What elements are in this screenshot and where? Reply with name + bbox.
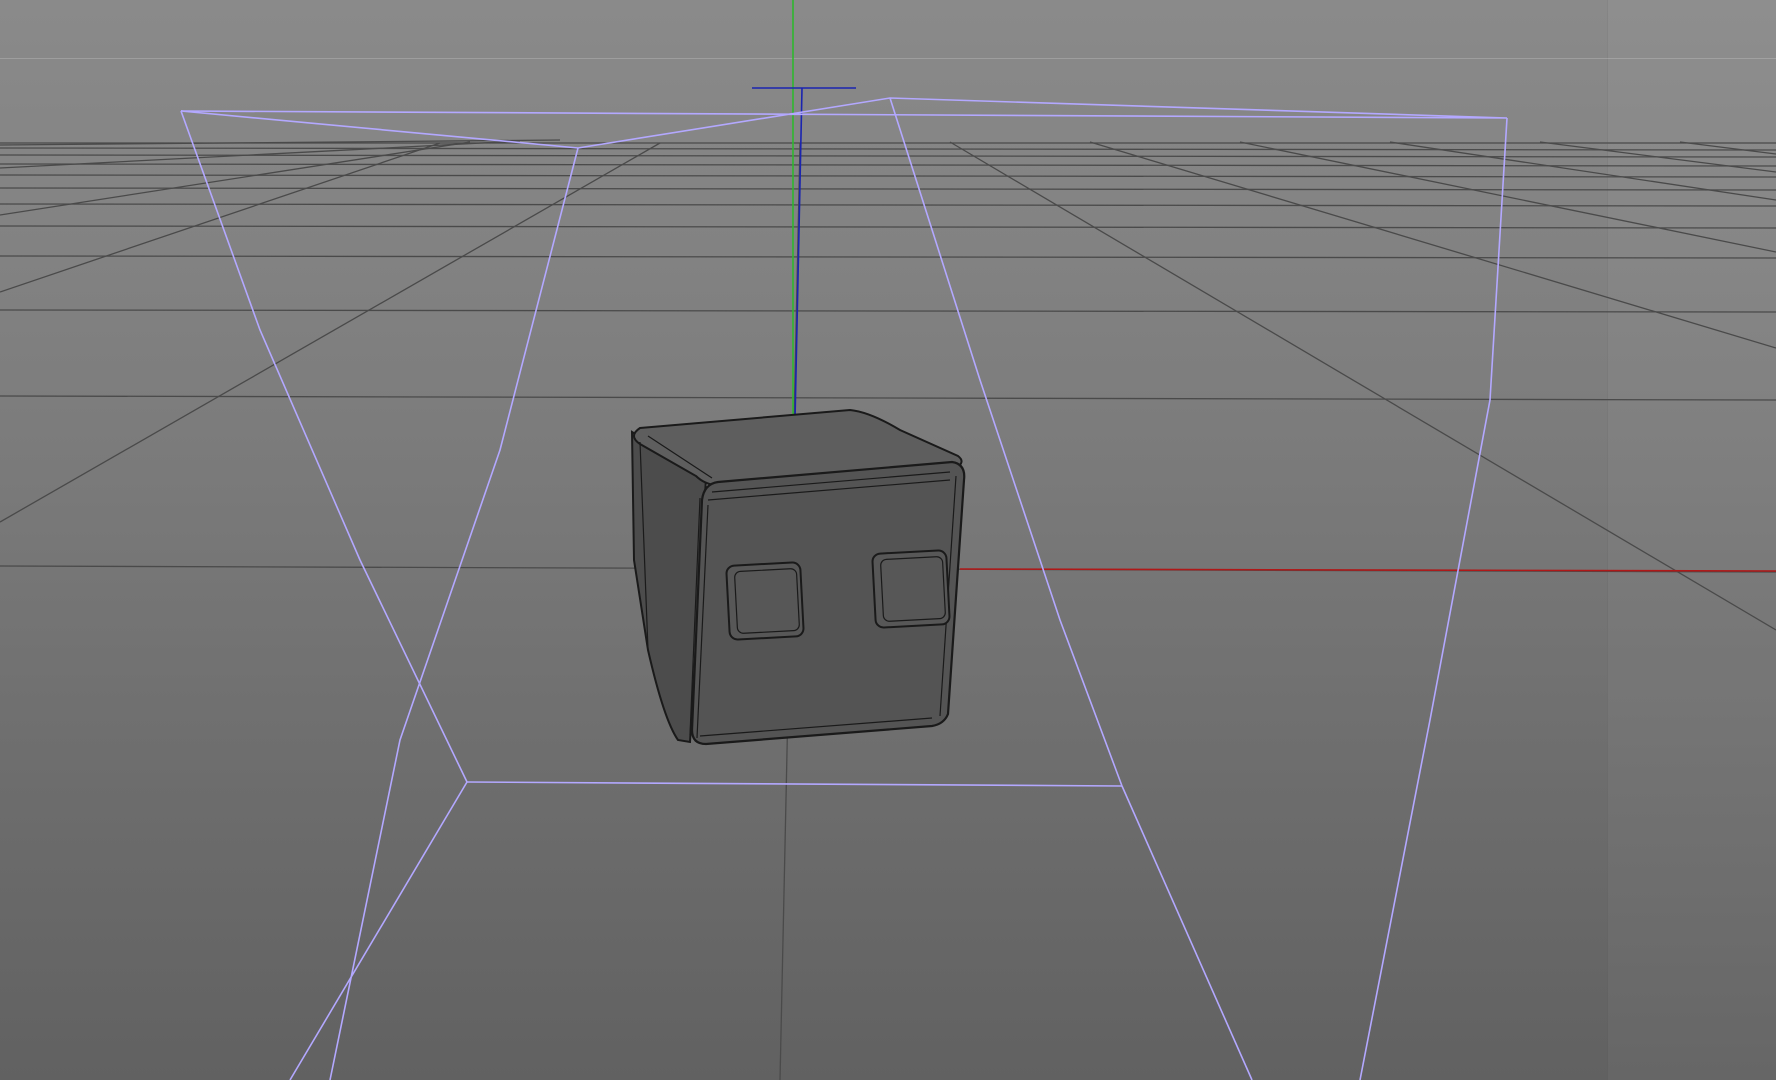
cube-right-window	[871, 549, 951, 629]
cube-left-window	[725, 561, 805, 641]
rounded-cube-object[interactable]	[630, 408, 966, 746]
viewport-canvas[interactable]	[0, 0, 1776, 1080]
3d-viewport[interactable]	[0, 0, 1776, 1080]
axis-x-line	[959, 568, 1776, 572]
axis-z-line	[794, 87, 803, 421]
